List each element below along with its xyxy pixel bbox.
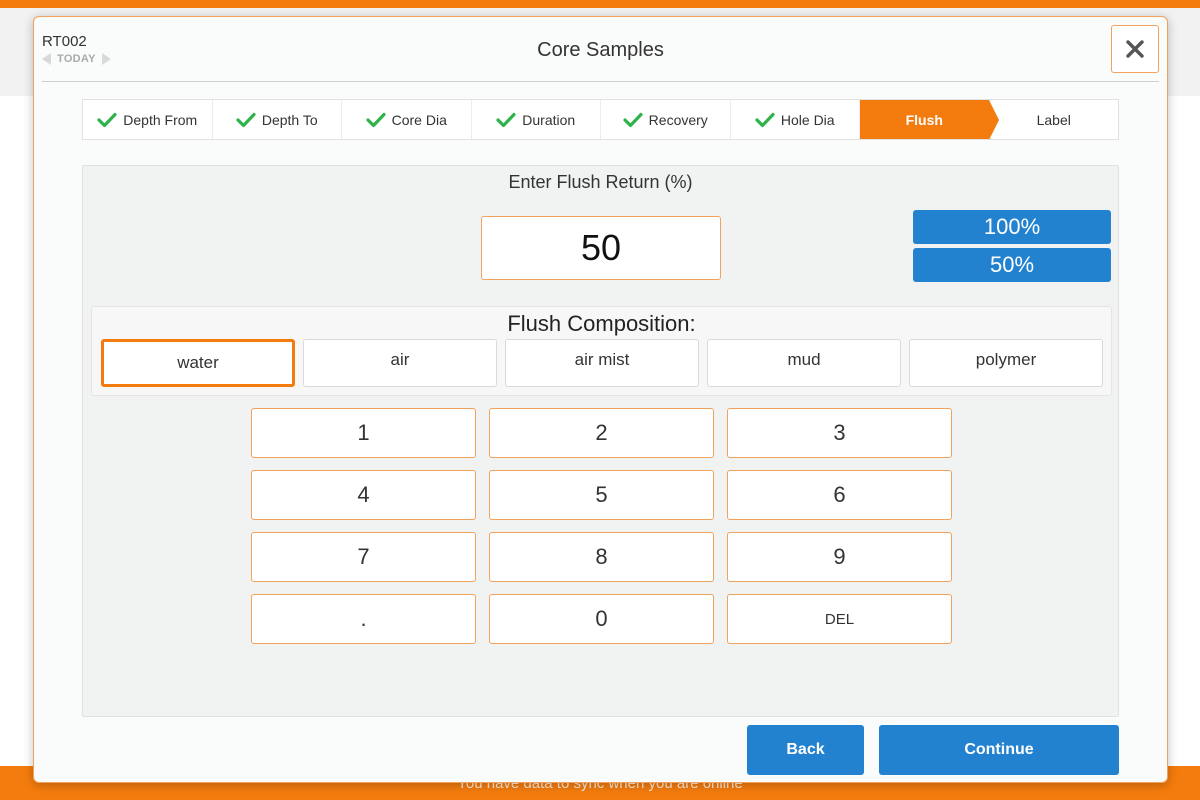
top-accent-stripe — [0, 0, 1200, 8]
key-5[interactable]: 5 — [489, 470, 714, 520]
step-flush[interactable]: Flush — [860, 100, 998, 140]
core-samples-modal: RT002 TODAY Core Samples Depth From Dept… — [33, 16, 1168, 783]
key-1[interactable]: 1 — [251, 408, 476, 458]
step-label: Recovery — [648, 111, 708, 128]
composition-water-button[interactable]: water — [101, 339, 295, 387]
check-icon — [623, 112, 643, 127]
check-icon — [755, 112, 775, 127]
numeric-keypad: 1 2 3 4 5 6 7 8 9 . 0 DEL — [251, 408, 952, 644]
step-depth-to[interactable]: Depth To — [213, 100, 342, 139]
step-label: Depth From — [123, 111, 198, 128]
flush-composition-group: Flush Composition: water air air mist mu… — [91, 306, 1112, 396]
step-progress: Depth From Depth To Core Dia Duration Re… — [82, 99, 1119, 140]
step-recovery[interactable]: Recovery — [601, 100, 731, 139]
key-4[interactable]: 4 — [251, 470, 476, 520]
back-button[interactable]: Back — [747, 725, 864, 775]
step-label: Label — [1036, 111, 1071, 128]
preset-100-button[interactable]: 100% — [913, 210, 1111, 244]
modal-title: Core Samples — [537, 39, 664, 61]
continue-button[interactable]: Continue — [879, 725, 1119, 775]
key-7[interactable]: 7 — [251, 532, 476, 582]
key-decimal[interactable]: . — [251, 594, 476, 644]
key-0[interactable]: 0 — [489, 594, 714, 644]
step-label-step[interactable]: Label — [990, 100, 1119, 139]
check-icon — [496, 112, 516, 127]
step-label: Hole Dia — [780, 111, 835, 128]
step-depth-from[interactable]: Depth From — [83, 100, 213, 139]
key-6[interactable]: 6 — [727, 470, 952, 520]
close-icon — [1126, 40, 1144, 58]
flush-composition-options: water air air mist mud polymer — [101, 339, 1103, 387]
composition-air-button[interactable]: air — [303, 339, 497, 387]
preset-50-button[interactable]: 50% — [913, 248, 1111, 282]
step-label: Core Dia — [391, 111, 447, 128]
header-divider — [42, 81, 1159, 82]
check-icon — [97, 112, 117, 127]
composition-mud-button[interactable]: mud — [707, 339, 901, 387]
step-core-dia[interactable]: Core Dia — [342, 100, 472, 139]
key-3[interactable]: 3 — [727, 408, 952, 458]
step-label: Duration — [522, 111, 576, 128]
check-icon — [236, 112, 256, 127]
check-icon — [366, 112, 386, 127]
flush-return-prompt: Enter Flush Return (%) — [508, 172, 693, 192]
flush-composition-label: Flush Composition: — [507, 311, 696, 336]
key-8[interactable]: 8 — [489, 532, 714, 582]
key-2[interactable]: 2 — [489, 408, 714, 458]
composition-polymer-button[interactable]: polymer — [909, 339, 1103, 387]
flush-panel: Enter Flush Return (%) 50 100% 50% Flush… — [82, 165, 1119, 717]
step-hole-dia[interactable]: Hole Dia — [731, 100, 860, 139]
composition-air-mist-button[interactable]: air mist — [505, 339, 699, 387]
step-duration[interactable]: Duration — [472, 100, 601, 139]
step-label: Flush — [905, 111, 943, 128]
step-label: Depth To — [261, 111, 318, 128]
close-button[interactable] — [1111, 25, 1159, 73]
key-9[interactable]: 9 — [727, 532, 952, 582]
key-delete[interactable]: DEL — [727, 594, 952, 644]
flush-return-input[interactable]: 50 — [481, 216, 721, 280]
